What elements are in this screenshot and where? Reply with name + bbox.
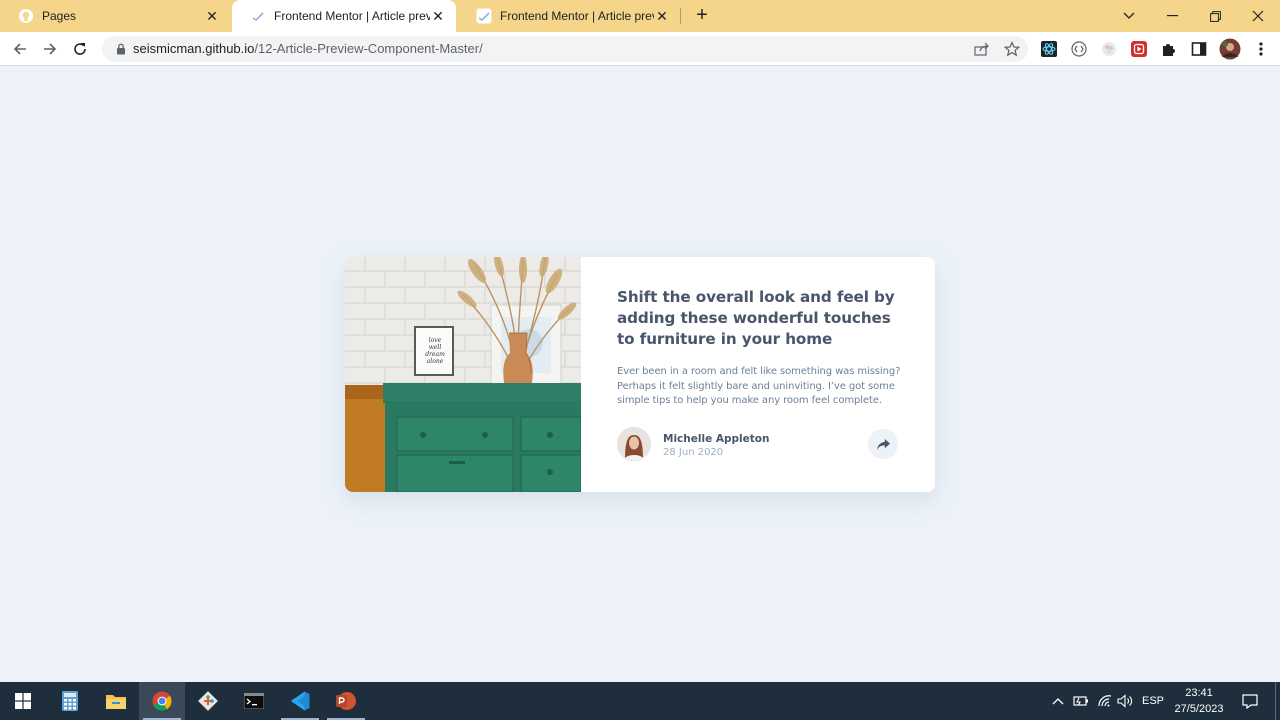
frontend-mentor-icon [476,8,492,24]
github-icon [18,8,34,24]
article-headline[interactable]: Shift the overall look and feel by addin… [617,287,907,349]
volume-icon[interactable] [1116,682,1134,720]
profile-avatar[interactable] [1219,38,1241,60]
arrow-right-icon [44,43,57,55]
chrome-icon[interactable] [139,682,185,720]
url-domain: seismicman.github.io [133,41,255,56]
clock-time: 23:41 [1185,687,1213,699]
windows-taskbar: ESP 23:41 27/5/2023 [0,682,1280,720]
close-window-button[interactable] [1236,0,1280,32]
calculator-icon[interactable] [47,682,93,720]
close-icon[interactable]: ✕ [430,8,446,24]
react-devtools-icon[interactable] [1040,40,1058,58]
article-body: Shift the overall look and feel by addin… [617,287,907,408]
article-description: Ever been in a room and felt like someth… [617,366,901,406]
close-icon [1252,10,1264,22]
lock-icon [117,43,125,55]
tab-title: Pages [42,9,77,23]
avatar [617,427,651,461]
tab-pages[interactable]: Pages ✕ [0,0,230,32]
close-icon[interactable]: ✕ [204,8,220,24]
forward-button[interactable] [38,37,62,61]
tab-article-preview[interactable]: Frontend Mentor | Article previe ✕ [458,0,680,32]
tab-search-button[interactable] [1107,0,1151,32]
tab-separator [680,8,681,24]
battery-icon[interactable] [1072,682,1090,720]
powerpoint-icon[interactable] [323,682,369,720]
share-button[interactable] [868,429,898,459]
share-page-icon[interactable] [973,41,991,57]
tab-title: Frontend Mentor | Article previe [500,9,654,23]
minimize-button[interactable] [1150,0,1194,32]
show-desktop-divider[interactable] [1275,682,1276,720]
browser-toolbar: seismicman.github.io/12-Article-Preview-… [0,32,1280,66]
back-button[interactable] [8,37,32,61]
url-text: seismicman.github.io/12-Article-Preview-… [133,41,483,56]
chevron-down-icon [1123,12,1135,19]
print-script-text: love well dream alone [425,337,445,365]
share-icon [876,438,890,450]
publish-date: 28 Jun 2020 [663,447,724,458]
color-picker-extension-icon[interactable] [1100,40,1118,58]
start-icon[interactable] [0,682,46,720]
drawers-photo: love well dream alone [345,257,581,492]
system-clock[interactable]: 23:41 27/5/2023 [1168,685,1230,717]
author-section: Michelle Appleton 28 Jun 2020 [617,427,907,461]
close-icon[interactable]: ✕ [654,8,670,24]
reload-button[interactable] [68,37,92,61]
vscode-icon[interactable] [277,682,323,720]
new-tab-button[interactable]: + [690,4,714,28]
article-preview-card: love well dream alone Shift the overall … [345,257,935,492]
arrow-left-icon [13,43,26,55]
address-bar[interactable]: seismicman.github.io/12-Article-Preview-… [102,36,1028,62]
bookmark-star-icon[interactable] [1003,41,1021,57]
input-language[interactable]: ESP [1140,682,1166,720]
reload-icon [74,43,86,55]
minimize-icon [1166,15,1178,17]
wifi-icon[interactable] [1096,682,1114,720]
kebab-menu-icon[interactable] [1252,40,1270,58]
author-name: Michelle Appleton [663,433,770,445]
restore-button[interactable] [1193,0,1237,32]
terminal-icon[interactable] [231,682,277,720]
tab-title: Frontend Mentor | Article previe [274,9,430,23]
code-extension-icon[interactable] [1070,40,1088,58]
git-icon[interactable] [185,682,231,720]
chevron-up-icon[interactable] [1050,682,1066,720]
file-explorer-icon[interactable] [93,682,139,720]
clock-date: 27/5/2023 [1174,703,1224,715]
notifications-icon[interactable] [1238,682,1262,720]
url-path: /12-Article-Preview-Component-Master/ [254,41,483,56]
screen-recorder-extension-icon[interactable] [1130,40,1148,58]
frontend-mentor-icon [250,8,266,24]
tab-article-preview-active[interactable]: Frontend Mentor | Article previe ✕ [232,0,456,32]
restore-icon [1209,10,1221,22]
puzzle-extensions-icon[interactable] [1160,40,1178,58]
side-panel-icon[interactable] [1190,40,1208,58]
browser-tab-strip: Pages ✕ Frontend Mentor | Article previe… [0,0,1280,32]
